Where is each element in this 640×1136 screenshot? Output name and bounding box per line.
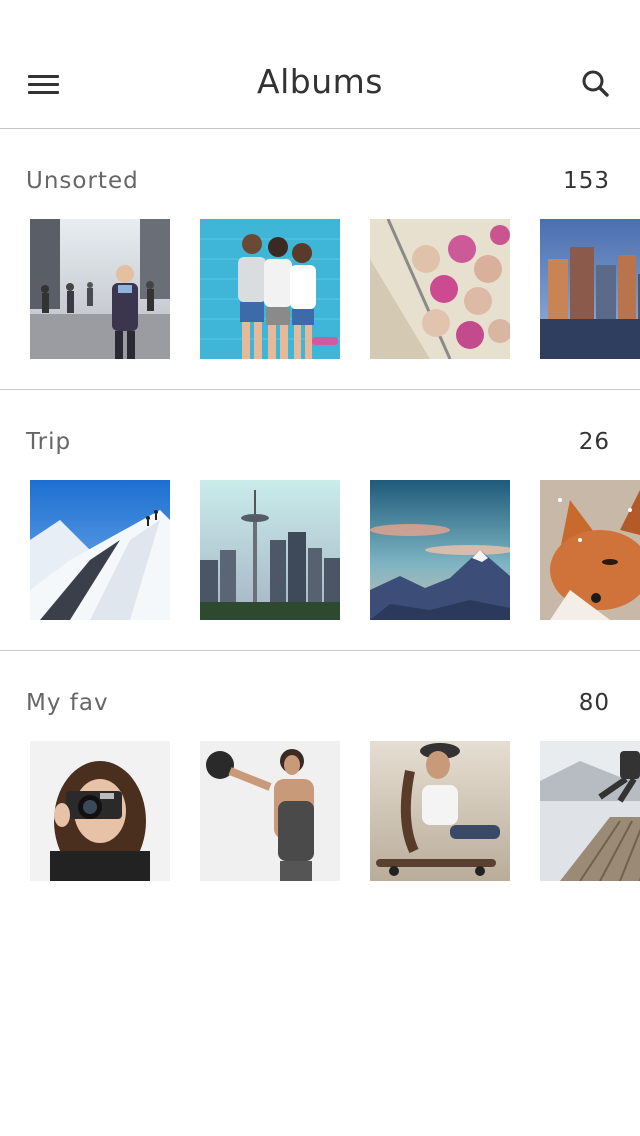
woman-kettlebell-workout-photo[interactable] bbox=[200, 741, 340, 881]
album-unsorted[interactable]: Unsorted 153 bbox=[0, 129, 640, 390]
album-thumbnails bbox=[0, 480, 640, 620]
album-count: 26 bbox=[578, 429, 610, 455]
seattle-space-needle-photo[interactable] bbox=[200, 480, 340, 620]
album-thumbnails bbox=[0, 741, 640, 881]
search-button[interactable] bbox=[576, 64, 616, 104]
city-street-crowd-photo[interactable] bbox=[30, 219, 170, 359]
page-title: Albums bbox=[257, 62, 383, 101]
three-girls-selfie-photo[interactable] bbox=[200, 219, 340, 359]
search-icon bbox=[582, 70, 609, 97]
album-count: 80 bbox=[578, 690, 610, 716]
snowy-fox-photo[interactable] bbox=[540, 480, 640, 620]
city-skyline-sunset-photo[interactable] bbox=[540, 219, 640, 359]
app-header: Albums bbox=[0, 40, 640, 129]
album-name: Unsorted bbox=[26, 168, 139, 194]
album-my-fav[interactable]: My fav 80 bbox=[0, 651, 640, 911]
album-trip[interactable]: Trip 26 bbox=[0, 390, 640, 651]
album-name: My fav bbox=[26, 690, 109, 716]
man-jumping-pier-photo[interactable] bbox=[540, 741, 640, 881]
woman-with-camera-photo[interactable] bbox=[30, 741, 170, 881]
album-name: Trip bbox=[26, 429, 72, 455]
snowy-mountain-climbers-photo[interactable] bbox=[30, 480, 170, 620]
dried-roses-photo[interactable] bbox=[370, 219, 510, 359]
mountain-range-sky-photo[interactable] bbox=[370, 480, 510, 620]
album-count: 153 bbox=[563, 168, 610, 194]
woman-skateboard-photo[interactable] bbox=[370, 741, 510, 881]
album-thumbnails bbox=[0, 219, 640, 359]
